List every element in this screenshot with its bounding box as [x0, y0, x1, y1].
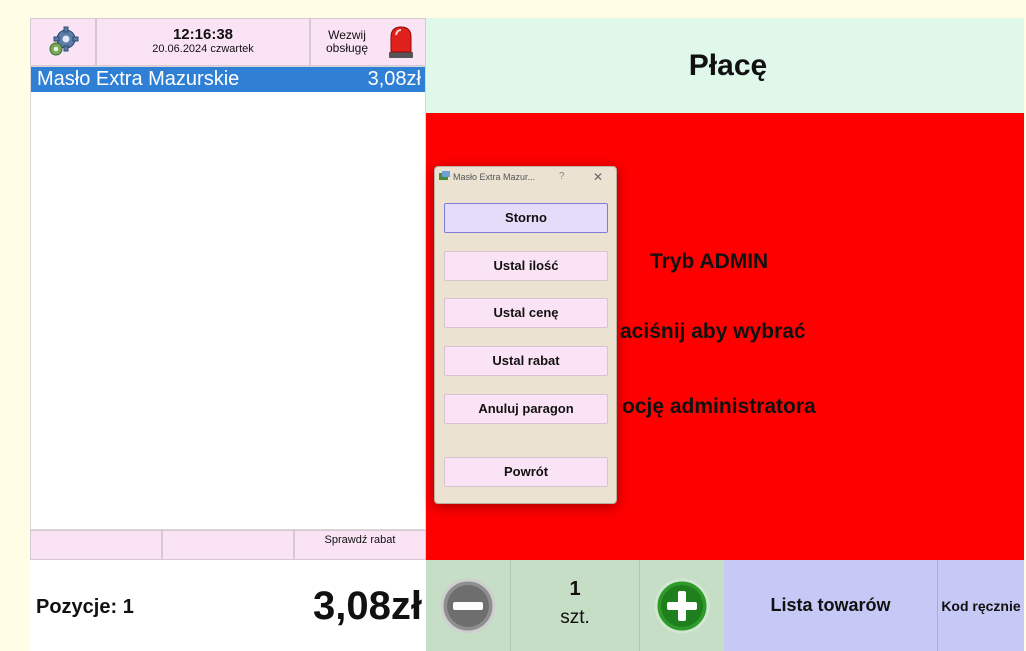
blank-button-1[interactable]: [30, 530, 162, 560]
total-amount: 3,08zł: [313, 584, 422, 628]
clock: 12:16:38 20.06.2024 czwartek: [96, 18, 310, 66]
admin-mode-title: Tryb ADMIN: [650, 250, 769, 273]
storno-button[interactable]: Storno: [444, 203, 608, 233]
pay-label: Płacę: [688, 48, 768, 82]
gear-icon: [49, 26, 79, 56]
help-icon[interactable]: ?: [559, 171, 565, 182]
increase-quantity-button[interactable]: [640, 560, 724, 651]
set-quantity-button[interactable]: Ustal ilość: [444, 251, 608, 281]
dialog-titlebar: Masło Extra Mazur... ? ✕: [435, 167, 616, 187]
minus-icon: [440, 578, 496, 633]
call-service-label: Wezwij obsługę: [325, 28, 369, 55]
item-name: Masło Extra Mazurskie: [37, 68, 240, 90]
clock-date: 20.06.2024 czwartek: [152, 43, 254, 55]
admin-mode-hint-2: ocję administratora: [622, 395, 816, 418]
manual-code-button[interactable]: Kod ręcznie: [938, 560, 1024, 651]
receipt-list[interactable]: Masło Extra Mazurskie 3,08zł: [30, 66, 426, 530]
call-service-button[interactable]: Wezwij obsługę: [310, 18, 426, 66]
blank-button-2[interactable]: [162, 530, 294, 560]
siren-icon: [389, 26, 413, 58]
clock-time: 12:16:38: [172, 26, 234, 43]
product-list-button[interactable]: Lista towarów: [724, 560, 938, 651]
admin-mode-hint: aciśnij aby wybrać: [620, 320, 806, 343]
set-price-button[interactable]: Ustal cenę: [444, 298, 608, 328]
cancel-receipt-button[interactable]: Anuluj paragon: [444, 394, 608, 424]
plus-icon: [654, 578, 710, 633]
quantity-display: 1 szt.: [510, 560, 640, 651]
item-price: 3,08zł: [367, 68, 421, 90]
positions-count: Pozycje: 1: [36, 596, 134, 618]
quantity-unit: szt.: [560, 607, 590, 628]
pay-button[interactable]: Płacę: [426, 18, 1024, 113]
totals-panel: Pozycje: 1 3,08zł: [30, 560, 426, 651]
settings-button[interactable]: [30, 18, 96, 66]
quantity-value: 1: [569, 578, 581, 600]
item-options-dialog: Masło Extra Mazur... ? ✕ Storno Ustal il…: [434, 166, 617, 504]
list-item[interactable]: Masło Extra Mazurskie 3,08zł: [31, 67, 425, 92]
back-button[interactable]: Powrót: [444, 457, 608, 487]
close-icon[interactable]: ✕: [593, 170, 603, 184]
check-discount-button[interactable]: Sprawdź rabat: [294, 530, 426, 560]
app-icon: [439, 171, 450, 180]
set-discount-button[interactable]: Ustal rabat: [444, 346, 608, 376]
decrease-quantity-button[interactable]: [426, 560, 510, 651]
dialog-title: Masło Extra Mazur...: [453, 172, 536, 182]
